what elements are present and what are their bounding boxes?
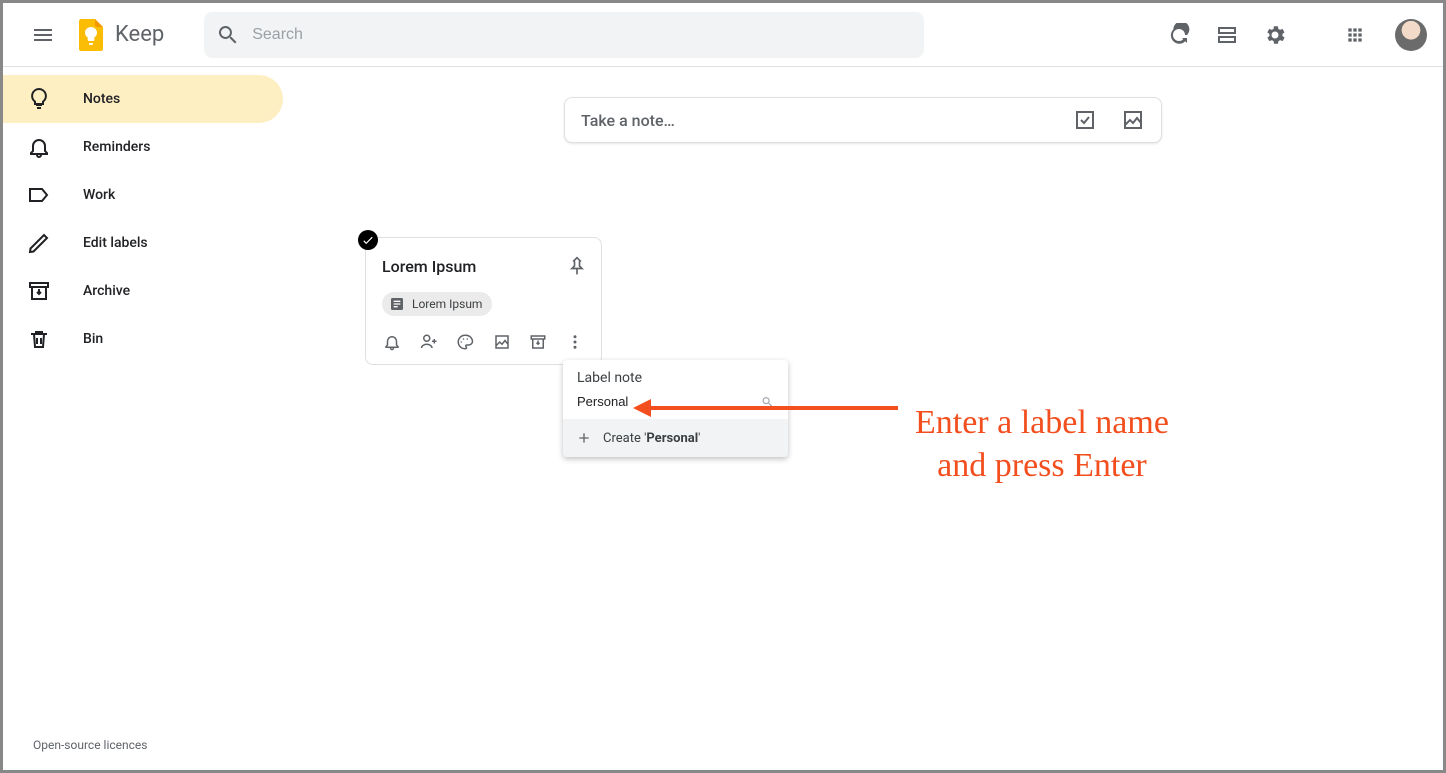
more-vert-icon (566, 333, 584, 351)
sidebar-item-label: Notes (83, 91, 120, 107)
collaborator-button[interactable] (419, 328, 440, 356)
sidebar-footer-link[interactable]: Open-source licences (3, 720, 283, 770)
new-image-note-button[interactable] (1121, 108, 1145, 132)
sidebar-item-reminders[interactable]: Reminders (3, 123, 283, 171)
sidebar-item-label: Reminders (83, 139, 150, 155)
main-menu-button[interactable] (19, 11, 67, 59)
archive-button[interactable] (528, 328, 549, 356)
sidebar-item-label: Archive (83, 283, 130, 299)
archive-icon (529, 333, 547, 351)
sidebar-item-label: Work (83, 187, 115, 203)
note-toolbar (382, 328, 585, 356)
sidebar-item-bin[interactable]: Bin (3, 315, 283, 363)
bulb-icon (27, 87, 51, 111)
bell-icon (27, 135, 51, 159)
label-popup-title: Label note (563, 360, 788, 390)
trash-icon (27, 327, 51, 351)
sidebar: Notes Reminders Work Edit labels Archive (3, 67, 283, 770)
background-options-button[interactable] (455, 328, 476, 356)
label-icon (27, 183, 51, 207)
note-title: Lorem Ipsum (382, 257, 476, 276)
header-actions (1159, 15, 1427, 55)
more-button[interactable] (565, 328, 586, 356)
app-name: Keep (115, 22, 164, 47)
remind-me-button[interactable] (382, 328, 403, 356)
create-label-button[interactable]: Create 'Personal' (563, 419, 788, 457)
checkbox-icon (1073, 108, 1097, 132)
search-input[interactable] (252, 26, 912, 44)
keep-logo-icon (71, 15, 111, 55)
pin-button[interactable] (561, 250, 593, 282)
reminder-icon (383, 333, 401, 351)
person-add-icon (420, 333, 438, 351)
refresh-icon (1167, 23, 1191, 47)
app-logo: Keep (71, 15, 164, 55)
plus-icon (575, 429, 593, 447)
sidebar-item-work[interactable]: Work (3, 171, 283, 219)
pin-icon (567, 256, 587, 276)
note-chip-icon (388, 295, 406, 313)
label-note-popup: Label note Create 'Personal' (563, 360, 788, 457)
sidebar-item-archive[interactable]: Archive (3, 267, 283, 315)
apps-grid-icon (1345, 25, 1365, 45)
sidebar-item-notes[interactable]: Notes (3, 75, 283, 123)
note-card[interactable]: Lorem Ipsum Lorem Ipsum (365, 237, 602, 365)
list-view-icon (1215, 23, 1239, 47)
pencil-icon (27, 231, 51, 255)
new-list-button[interactable] (1073, 108, 1097, 132)
take-note-placeholder: Take a note… (581, 111, 1061, 130)
image-icon (493, 333, 511, 351)
search-bar[interactable] (204, 12, 924, 58)
label-name-input[interactable] (577, 394, 753, 409)
sidebar-item-label: Bin (83, 331, 103, 347)
add-image-button[interactable] (492, 328, 513, 356)
search-icon (216, 23, 240, 47)
gear-icon (1263, 23, 1287, 47)
account-avatar[interactable] (1395, 19, 1427, 51)
check-icon (361, 233, 375, 247)
apps-button[interactable] (1335, 15, 1375, 55)
list-view-button[interactable] (1207, 15, 1247, 55)
settings-button[interactable] (1255, 15, 1295, 55)
archive-icon (27, 279, 51, 303)
select-note-button[interactable] (358, 230, 378, 250)
refresh-button[interactable] (1159, 15, 1199, 55)
image-icon (1121, 108, 1145, 132)
sidebar-item-label: Edit labels (83, 235, 148, 251)
search-icon (761, 395, 774, 409)
chip-label: Lorem Ipsum (412, 297, 482, 311)
create-label-text: Create 'Personal' (603, 431, 700, 446)
label-chip[interactable]: Lorem Ipsum (382, 292, 492, 316)
main-area: Take a note… (283, 67, 1443, 770)
take-note-bar[interactable]: Take a note… (564, 97, 1162, 143)
sidebar-item-edit-labels[interactable]: Edit labels (3, 219, 283, 267)
header: Keep (3, 3, 1443, 67)
palette-icon (456, 333, 474, 351)
hamburger-icon (31, 23, 55, 47)
